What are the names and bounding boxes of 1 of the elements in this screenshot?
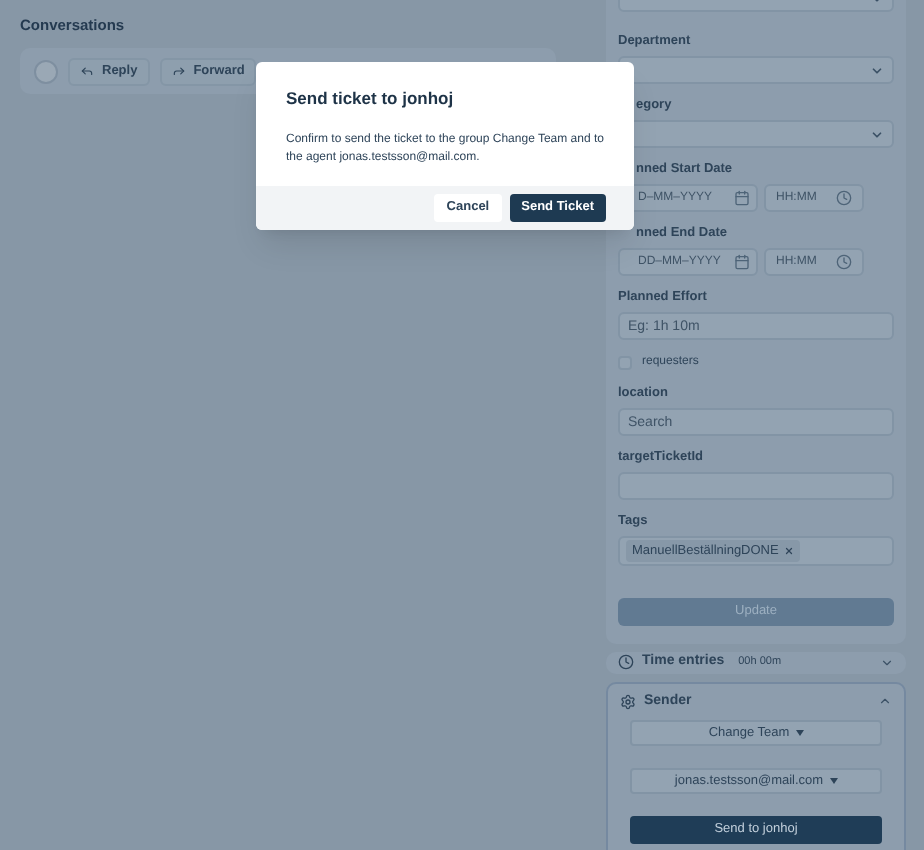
- dialog-title: Send ticket to jonhoj: [286, 86, 456, 112]
